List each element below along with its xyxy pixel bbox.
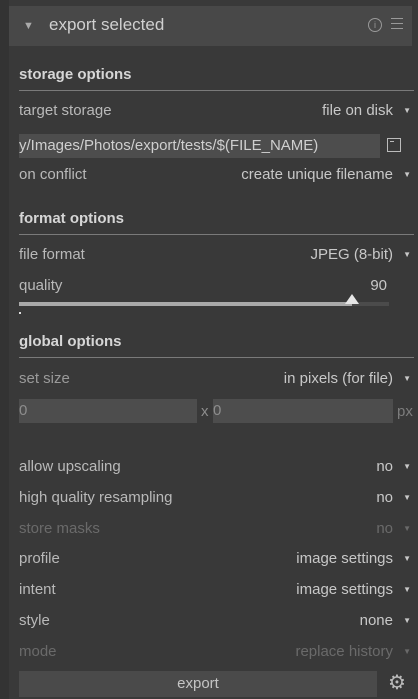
style-label: style	[19, 612, 50, 629]
file-format-label: file format	[19, 246, 85, 263]
section-storage-options: storage options	[19, 66, 414, 91]
mode-label: mode	[19, 643, 57, 660]
dropdown-arrow-icon: ▼	[403, 647, 411, 656]
file-format-value[interactable]: JPEG (8-bit)	[310, 246, 393, 263]
on-conflict-label: on conflict	[19, 166, 87, 183]
module-title: export selected	[49, 15, 165, 34]
dropdown-arrow-icon: ▼	[403, 524, 411, 533]
intent-row[interactable]: intent image settings ▼	[19, 581, 411, 603]
set-size-label: set size	[19, 370, 70, 387]
style-value[interactable]: none	[360, 612, 393, 629]
width-input[interactable]: 0	[19, 399, 197, 423]
store-masks-value: no	[376, 520, 393, 537]
dropdown-arrow-icon[interactable]: ▼	[403, 374, 411, 383]
folder-icon	[387, 138, 401, 152]
size-separator: x	[201, 403, 209, 420]
quality-slider-thumb[interactable]	[345, 294, 359, 304]
section-title: global options	[19, 333, 122, 350]
section-format-options: format options	[19, 210, 414, 235]
dropdown-arrow-icon[interactable]: ▼	[403, 106, 411, 115]
profile-label: profile	[19, 550, 60, 567]
set-size-value[interactable]: in pixels (for file)	[284, 370, 393, 387]
mode-row: mode replace history ▼	[19, 643, 411, 665]
quality-label: quality	[19, 277, 63, 294]
hq-resampling-value[interactable]: no	[376, 489, 393, 506]
hq-resampling-label: high quality resampling	[19, 489, 173, 506]
file-format-row[interactable]: file format JPEG (8-bit) ▼	[19, 246, 411, 268]
allow-upscaling-label: allow upscaling	[19, 458, 121, 475]
style-row[interactable]: style none ▼	[19, 612, 411, 634]
store-masks-row: store masks no ▼	[19, 520, 411, 542]
quality-slider-fill	[19, 302, 352, 306]
allow-upscaling-row[interactable]: allow upscaling no ▼	[19, 458, 411, 480]
hamburger-icon[interactable]	[391, 18, 403, 33]
dropdown-arrow-icon[interactable]: ▼	[403, 493, 411, 502]
quality-value: 90	[370, 277, 387, 294]
intent-label: intent	[19, 581, 56, 598]
quality-slider[interactable]	[19, 294, 389, 306]
profile-row[interactable]: profile image settings ▼	[19, 550, 411, 572]
dropdown-arrow-icon[interactable]: ▼	[403, 554, 411, 563]
section-global-options: global options	[19, 333, 414, 358]
export-path-text: y/Images/Photos/export/tests/$(FILE_NAME…	[19, 137, 319, 154]
gear-icon[interactable]: ⚙	[385, 671, 409, 695]
dropdown-arrow-icon[interactable]: ▼	[403, 170, 411, 179]
target-storage-row[interactable]: target storage file on disk ▼	[19, 102, 411, 124]
intent-value[interactable]: image settings	[296, 581, 393, 598]
dropdown-arrow-icon[interactable]: ▼	[403, 616, 411, 625]
hq-resampling-row[interactable]: high quality resampling no ▼	[19, 489, 411, 511]
set-size-row[interactable]: set size in pixels (for file) ▼	[19, 370, 411, 392]
store-masks-label: store masks	[19, 520, 100, 537]
export-path-input[interactable]: y/Images/Photos/export/tests/$(FILE_NAME…	[19, 134, 380, 158]
dropdown-arrow-icon[interactable]: ▼	[403, 250, 411, 259]
section-title: storage options	[19, 66, 132, 83]
on-conflict-value[interactable]: create unique filename	[241, 166, 393, 183]
profile-value[interactable]: image settings	[296, 550, 393, 567]
section-divider	[19, 234, 414, 235]
collapse-arrow-icon[interactable]: ▼	[23, 20, 34, 32]
size-unit-label: px	[397, 403, 413, 420]
dropdown-arrow-icon[interactable]: ▼	[403, 585, 411, 594]
allow-upscaling-value[interactable]: no	[376, 458, 393, 475]
target-storage-value[interactable]: file on disk	[322, 102, 393, 119]
height-input[interactable]: 0	[213, 399, 393, 423]
section-divider	[19, 357, 414, 358]
export-button[interactable]: export	[19, 671, 377, 697]
folder-browse-button[interactable]	[384, 135, 406, 157]
on-conflict-row[interactable]: on conflict create unique filename ▼	[19, 166, 411, 188]
module-header[interactable]: ▼ export selected i	[9, 6, 412, 46]
section-title: format options	[19, 210, 124, 227]
slider-default-marker	[19, 312, 21, 314]
section-divider	[19, 90, 414, 91]
mode-value: replace history	[295, 643, 393, 660]
target-storage-label: target storage	[19, 102, 112, 119]
info-icon[interactable]: i	[368, 18, 382, 32]
dropdown-arrow-icon[interactable]: ▼	[403, 462, 411, 471]
